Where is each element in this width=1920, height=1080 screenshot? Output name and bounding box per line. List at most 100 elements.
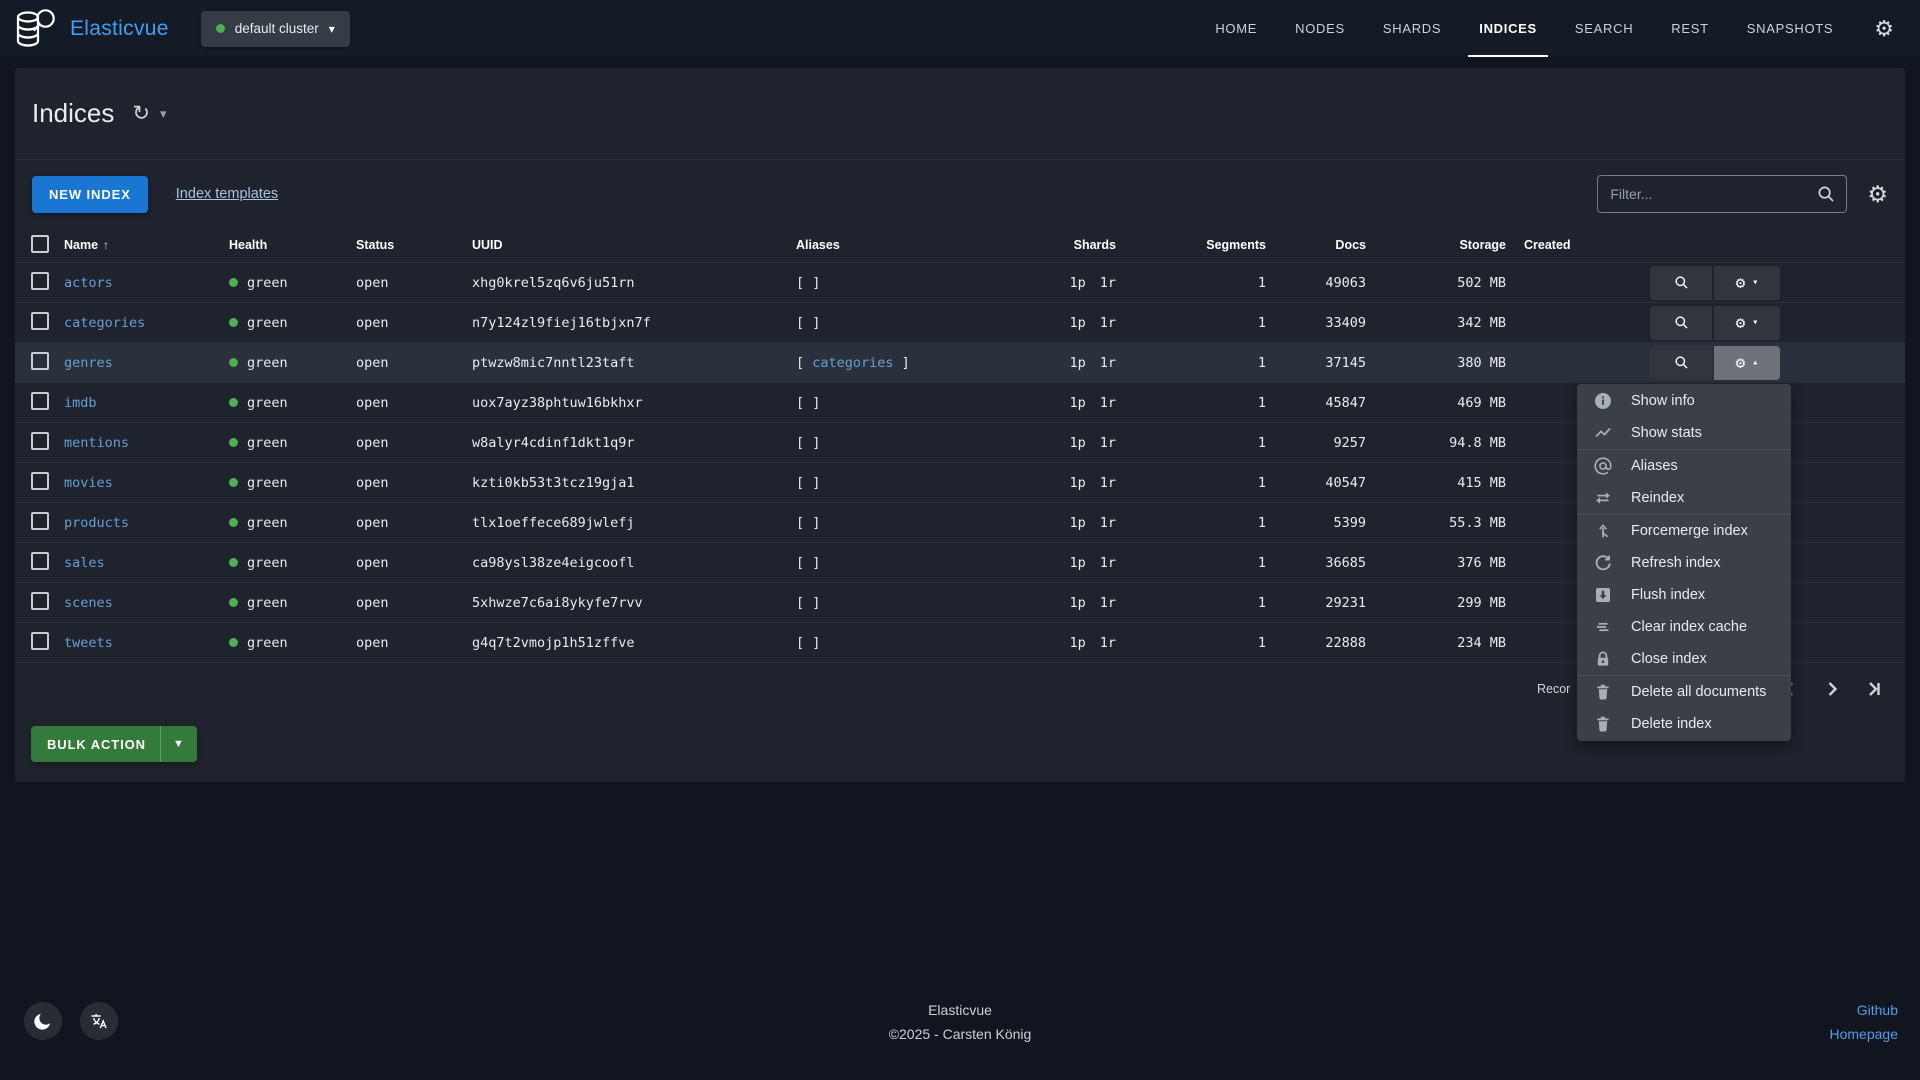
aliases-cell: [ ]: [796, 275, 1004, 291]
table-settings-gear-icon[interactable]: ⚙: [1867, 181, 1888, 208]
index-templates-link[interactable]: Index templates: [176, 186, 278, 202]
nav-link-indices[interactable]: INDICES: [1460, 0, 1556, 57]
column-header-segments[interactable]: Segments: [1124, 238, 1274, 252]
shards-cell: 1p1r: [1004, 435, 1124, 451]
row-checkbox[interactable]: [31, 432, 49, 450]
select-all-checkbox[interactable]: [31, 235, 49, 253]
index-options-button[interactable]: ⚙ ▴: [1714, 346, 1780, 380]
navbar: Elasticvue default cluster ▾ HOMENODESSH…: [0, 0, 1920, 57]
index-name-link[interactable]: products: [64, 515, 129, 531]
column-header-created[interactable]: Created: [1514, 238, 1624, 252]
storage-cell: 469 MB: [1374, 395, 1514, 411]
menu-item-delete-all-documents[interactable]: Delete all documents: [1577, 676, 1791, 708]
uuid-cell: ptwzw8mic7nntl23taft: [472, 355, 796, 371]
index-name-link[interactable]: categories: [64, 315, 145, 331]
column-header-storage[interactable]: Storage: [1374, 238, 1514, 252]
menu-item-close-index[interactable]: Close index: [1577, 643, 1791, 675]
index-name-link[interactable]: sales: [64, 555, 105, 571]
column-header-uuid[interactable]: UUID: [472, 238, 796, 252]
nav-link-home[interactable]: HOME: [1196, 0, 1276, 57]
app-title[interactable]: Elasticvue: [70, 17, 169, 41]
status-cell: open: [356, 315, 472, 331]
column-header-status[interactable]: Status: [356, 238, 472, 252]
trash-icon: [1593, 682, 1613, 702]
row-checkbox[interactable]: [31, 512, 49, 530]
index-name-link[interactable]: mentions: [64, 435, 129, 451]
health-cell: green: [229, 435, 356, 451]
homepage-link[interactable]: Homepage: [1830, 1026, 1899, 1042]
segments-cell: 1: [1124, 275, 1274, 291]
search-icon: [1673, 354, 1690, 371]
menu-item-clear-index-cache[interactable]: Clear index cache: [1577, 611, 1791, 643]
shards-cell: 1p1r: [1004, 355, 1124, 371]
bulk-action-button[interactable]: BULK ACTION ▼: [31, 726, 197, 762]
storage-cell: 299 MB: [1374, 595, 1514, 611]
nav-link-snapshots[interactable]: SNAPSHOTS: [1728, 0, 1852, 57]
index-options-button[interactable]: ⚙ ▾: [1714, 306, 1780, 340]
row-checkbox[interactable]: [31, 352, 49, 370]
column-header-docs[interactable]: Docs: [1274, 238, 1374, 252]
column-header-health[interactable]: Health: [229, 238, 356, 252]
filter-input[interactable]: [1610, 186, 1816, 202]
health-dot-icon: [229, 278, 238, 287]
status-cell: open: [356, 515, 472, 531]
refresh-options-chevron-icon[interactable]: ▾: [160, 106, 167, 122]
index-name-link[interactable]: imdb: [64, 395, 97, 411]
menu-item-refresh-index[interactable]: Refresh index: [1577, 547, 1791, 579]
show-documents-button[interactable]: [1650, 346, 1712, 380]
index-name-link[interactable]: scenes: [64, 595, 113, 611]
gear-icon: ⚙: [1736, 313, 1746, 332]
index-name-link[interactable]: tweets: [64, 635, 113, 651]
settings-gear-icon[interactable]: ⚙: [1874, 16, 1894, 42]
last-page-icon[interactable]: [1862, 677, 1886, 701]
index-name-link[interactable]: movies: [64, 475, 113, 491]
alias-link[interactable]: categories: [812, 355, 893, 371]
cluster-selector-button[interactable]: default cluster ▾: [201, 11, 350, 47]
docs-cell: 5399: [1274, 515, 1374, 531]
uuid-cell: w8alyr4cdinf1dkt1q9r: [472, 435, 796, 451]
show-documents-button[interactable]: [1650, 306, 1712, 340]
menu-item-reindex[interactable]: Reindex: [1577, 482, 1791, 514]
nav-link-shards[interactable]: SHARDS: [1364, 0, 1460, 57]
nav-link-search[interactable]: SEARCH: [1556, 0, 1652, 57]
column-header-aliases[interactable]: Aliases: [796, 238, 1004, 252]
show-documents-button[interactable]: [1650, 266, 1712, 300]
menu-item-delete-index[interactable]: Delete index: [1577, 708, 1791, 740]
lock-icon: [1593, 649, 1613, 669]
swap-horizontal-icon: [1593, 488, 1613, 508]
refresh-icon[interactable]: ↻: [132, 101, 150, 126]
menu-item-aliases[interactable]: Aliases: [1577, 450, 1791, 482]
menu-item-flush-index[interactable]: Flush index: [1577, 579, 1791, 611]
column-header-shards[interactable]: Shards: [1004, 238, 1124, 252]
new-index-button[interactable]: NEW INDEX: [32, 176, 148, 213]
docs-cell: 29231: [1274, 595, 1374, 611]
nav-link-rest[interactable]: REST: [1652, 0, 1727, 57]
segments-cell: 1: [1124, 435, 1274, 451]
row-checkbox[interactable]: [31, 312, 49, 330]
index-name-link[interactable]: actors: [64, 275, 113, 291]
menu-item-show-stats[interactable]: Show stats: [1577, 417, 1791, 449]
row-checkbox[interactable]: [31, 272, 49, 290]
cluster-health-dot: [216, 24, 225, 33]
index-name-link[interactable]: genres: [64, 355, 113, 371]
health-dot-icon: [229, 558, 238, 567]
menu-item-forcemerge-index[interactable]: Forcemerge index: [1577, 515, 1791, 547]
row-checkbox[interactable]: [31, 592, 49, 610]
chevron-right-icon[interactable]: [1820, 677, 1844, 701]
health-cell: green: [229, 355, 356, 371]
row-checkbox[interactable]: [31, 552, 49, 570]
column-header-name[interactable]: Name↑: [64, 238, 229, 252]
index-options-button[interactable]: ⚙ ▾: [1714, 266, 1780, 300]
storage-cell: 502 MB: [1374, 275, 1514, 291]
row-checkbox[interactable]: [31, 392, 49, 410]
aliases-cell: [ ]: [796, 315, 1004, 331]
search-icon: [1673, 274, 1690, 291]
search-icon: [1673, 314, 1690, 331]
menu-item-show-info[interactable]: Show info: [1577, 385, 1791, 417]
aliases-cell: [ ]: [796, 595, 1004, 611]
row-checkbox[interactable]: [31, 472, 49, 490]
app-logo-icon[interactable]: [12, 6, 58, 52]
nav-link-nodes[interactable]: NODES: [1276, 0, 1364, 57]
github-link[interactable]: Github: [1857, 1002, 1898, 1018]
row-checkbox[interactable]: [31, 632, 49, 650]
